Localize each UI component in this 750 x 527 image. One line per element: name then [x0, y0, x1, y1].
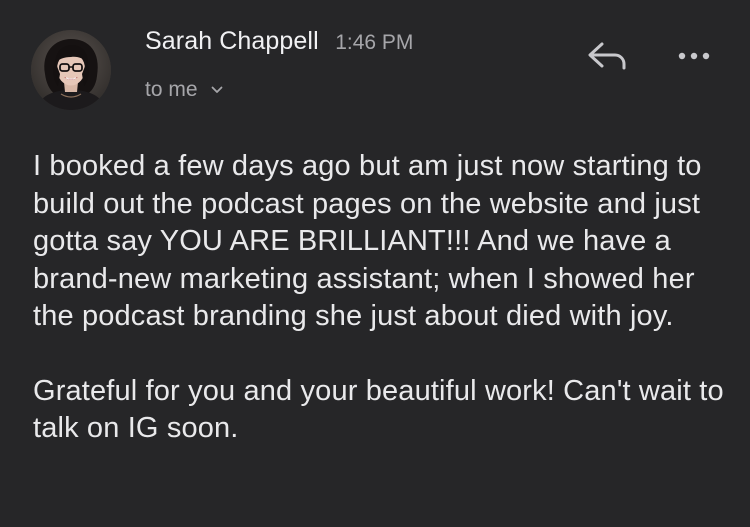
- sender-line: Sarah Chappell 1:46 PM: [145, 27, 413, 56]
- reply-button[interactable]: [583, 36, 631, 76]
- more-options-button[interactable]: [672, 40, 716, 72]
- email-body-paragraph-1: I booked a few days ago but am just now …: [33, 150, 702, 332]
- sent-time: 1:46 PM: [335, 31, 414, 54]
- person-avatar-image: [31, 30, 111, 110]
- more-options-icon: [678, 52, 710, 60]
- sender-avatar[interactable]: [31, 30, 111, 110]
- recipient-label: to me: [145, 78, 198, 101]
- email-body: I booked a few days ago but am just now …: [33, 148, 733, 448]
- recipient-toggle[interactable]: to me: [145, 78, 223, 102]
- chevron-down-icon: [211, 76, 223, 100]
- email-header: Sarah Chappell 1:46 PM to me: [0, 0, 750, 120]
- reply-icon: [588, 42, 626, 70]
- email-body-paragraph-2: Grateful for you and your beautiful work…: [33, 374, 724, 445]
- sender-name[interactable]: Sarah Chappell: [145, 27, 319, 55]
